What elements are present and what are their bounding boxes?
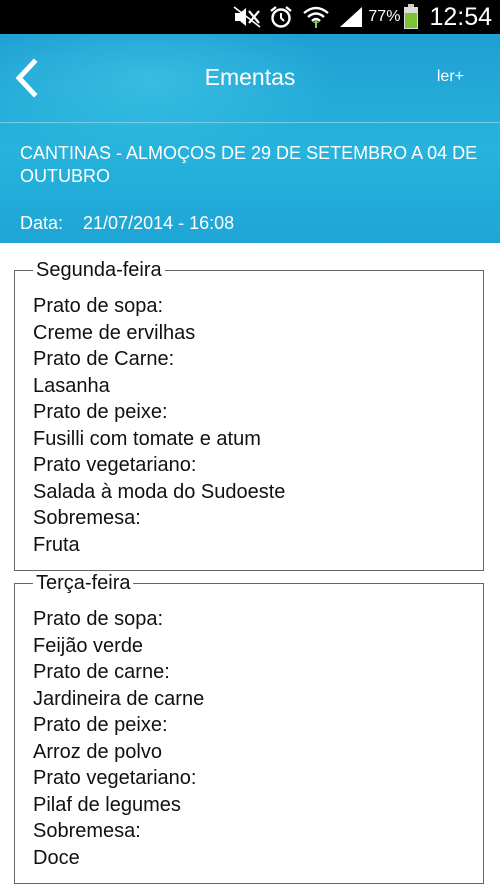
- list-item: Jardineira de carne: [33, 687, 205, 710]
- mute-icon: [232, 5, 262, 29]
- day-label: Terça-feira: [33, 572, 134, 594]
- list-item: Fusilli com tomate e atum: [33, 427, 261, 450]
- menu-items: Prato de sopa: Feijão verde Prato de car…: [33, 606, 204, 871]
- list-item: Prato de peixe:: [33, 401, 168, 423]
- list-item: Fruta: [33, 533, 80, 556]
- signal-icon: [338, 5, 364, 29]
- list-item: Prato vegetariano:: [33, 454, 197, 476]
- list-item: Pilaf de legumes: [33, 793, 181, 816]
- day-label: Segunda-feira: [33, 259, 165, 281]
- day-card-segunda: Segunda-feira Prato de sopa: Creme de er…: [14, 259, 484, 571]
- menu-title: CANTINAS - ALMOÇOS DE 29 DE SETEMBRO A 0…: [20, 143, 478, 186]
- battery-percent: 77%: [368, 8, 401, 25]
- list-item: Doce: [33, 846, 80, 869]
- read-more-button[interactable]: ler+: [437, 68, 464, 86]
- list-item: Arroz de polvo: [33, 740, 162, 763]
- battery-icon: [403, 4, 419, 30]
- date-value: 21/07/2014 - 16:08: [83, 213, 235, 233]
- page-title: Ementas: [204, 64, 296, 90]
- list-item: Prato de sopa:: [33, 295, 164, 317]
- list-item: Creme de ervilhas: [33, 321, 196, 344]
- list-item: Feijão verde: [33, 634, 144, 657]
- list-item: Sobremesa:: [33, 507, 141, 529]
- menu-items: Prato de sopa: Creme de ervilhas Prato d…: [33, 293, 285, 558]
- list-item: Prato de Carne:: [33, 348, 175, 370]
- list-item: Salada à moda do Sudoeste: [33, 480, 286, 503]
- list-item: Prato de carne:: [33, 661, 170, 683]
- date-label: Data:: [20, 213, 64, 233]
- list-item: Prato vegetariano:: [33, 767, 197, 789]
- divider: [0, 122, 500, 123]
- status-bar: 77% 12:54: [0, 0, 500, 34]
- action-bar: Ementas ler+: [0, 34, 500, 122]
- date-row: Data: 21/07/2014 - 16:08: [20, 213, 234, 234]
- list-item: Prato de peixe:: [33, 714, 168, 736]
- header: Ementas ler+ CANTINAS - ALMOÇOS DE 29 DE…: [0, 34, 500, 243]
- alarm-icon: [268, 4, 294, 30]
- list-item: Sobremesa:: [33, 820, 141, 842]
- list-item: Prato de sopa:: [33, 608, 164, 630]
- clock: 12:54: [429, 2, 492, 31]
- wifi-icon: [302, 4, 330, 30]
- list-item: Lasanha: [33, 374, 110, 397]
- day-card-terca: Terça-feira Prato de sopa: Feijão verde …: [14, 572, 484, 884]
